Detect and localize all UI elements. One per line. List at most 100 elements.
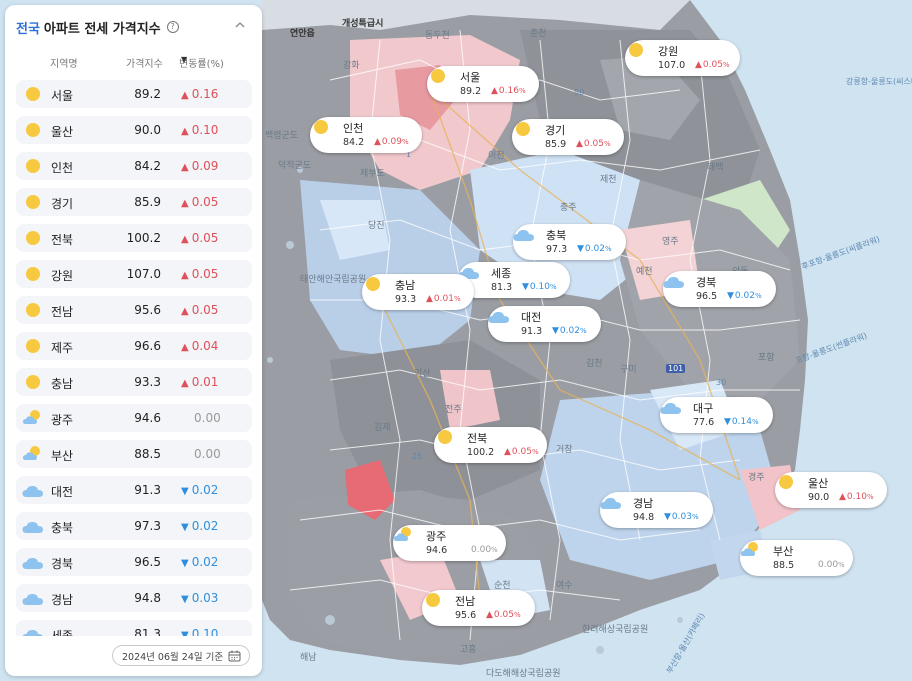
region-row-4[interactable]: 전북 100.2 ▲ 0.05 [16,224,252,252]
region-change-value: 0.16 [191,87,219,101]
region-row-8[interactable]: 충남 93.3 ▲ 0.01 [16,368,252,396]
region-change: ▼ 0.10 [181,627,236,636]
bubble-region-name: 울산 [808,477,829,490]
region-change-value: 0.00 [194,447,221,461]
region-name: 인천 [51,161,74,175]
bubble-region-name: 세종 [491,267,512,280]
region-change: ▼ 0.03 [181,591,236,605]
route-101-badge: 101 [666,364,686,373]
map-bubble-daejeon[interactable]: 대전 91.3 ▼0.02% [488,306,601,342]
region-name: 대전 [51,485,74,499]
region-name: 전남 [51,305,74,319]
region-row-13[interactable]: 경북 96.5 ▼ 0.02 [16,548,252,576]
partly-cloudy-icon [741,542,758,556]
bubble-change-value: 0.02 [734,291,755,301]
map-bubble-daegu[interactable]: 대구 77.6 ▼0.14% [660,397,773,433]
bubble-change: ▼0.02% [577,244,612,254]
map-bubble-incheon[interactable]: 인천 84.2 ▲0.09% [310,117,422,153]
percent-sign: % [579,327,587,335]
region-row-11[interactable]: 대전 91.3 ▼ 0.02 [16,476,252,504]
map-label-taebaek: 태백 [707,163,724,173]
map-label-haenam: 해남 [300,653,317,663]
region-row-5[interactable]: 강원 107.0 ▲ 0.05 [16,260,252,288]
map-bubble-busan[interactable]: 부산 88.5 0.00% [740,540,853,576]
bubble-change: ▼0.02% [727,291,762,301]
bubble-change-value: 0.05 [511,447,532,457]
region-name: 부산 [51,449,74,463]
calendar-icon[interactable] [228,650,241,662]
map-bubble-gyeonggi[interactable]: 경기 85.9 ▲0.05% [512,119,624,155]
region-change: ▼ 0.02 [181,483,236,497]
triangle-up-icon: ▲ [491,86,498,96]
bubble-index-value: 77.6 [693,417,715,428]
region-change-value: 0.05 [191,267,219,281]
partly-cloudy-icon [23,446,40,460]
map-bubble-seoul[interactable]: 서울 89.2 ▲0.16% [427,66,539,102]
triangle-down-icon: ▼ [181,558,189,569]
sort-desc-icon[interactable]: ▼ [181,55,187,64]
region-change-value: 0.02 [191,519,219,533]
map-bubble-jeonnam[interactable]: 전남 95.6 ▲0.05% [422,590,535,626]
region-name: 광주 [51,413,74,427]
map-label-hallyeo: 한려해상국립공원 [582,625,649,635]
map-bubble-chungbuk[interactable]: 충북 97.3 ▼0.02% [513,224,626,260]
map-label-jeonju: 전주 [445,405,462,415]
sun-icon [431,69,445,83]
bubble-index-value: 88.5 [773,560,795,571]
region-row-1[interactable]: 울산 90.0 ▲ 0.10 [16,116,252,144]
region-row-6[interactable]: 전남 95.6 ▲ 0.05 [16,296,252,324]
bubble-change: ▲0.16% [491,86,526,96]
map-bubble-ulsan[interactable]: 울산 90.0 ▲0.10% [775,472,887,508]
help-icon[interactable]: ? [166,21,179,33]
bubble-change-value: 0.09 [381,137,402,147]
map-bubble-jeonbuk[interactable]: 전북 100.2 ▲0.05% [434,427,547,463]
chevron-up-icon[interactable] [234,19,246,31]
region-row-14[interactable]: 경남 94.8 ▼ 0.03 [16,584,252,612]
map-bubble-chungnam[interactable]: 충남 93.3 ▲0.01% [362,274,474,310]
bubble-region-name: 전북 [467,432,488,445]
bubble-change-value: 0.05 [702,60,723,70]
map-bubble-sejong[interactable]: 세종 81.3 ▼0.10% [458,262,570,298]
region-row-0[interactable]: 서울 89.2 ▲ 0.16 [16,80,252,108]
map-bubble-gyeongnam[interactable]: 경남 94.8 ▼0.03% [600,492,713,528]
map-label-ganghwa: 강화 [343,61,360,71]
triangle-up-icon: ▲ [504,447,511,457]
region-name: 경북 [51,557,74,571]
triangle-up-icon: ▲ [181,162,189,173]
cloud-icon [663,276,684,288]
region-list[interactable]: 서울 89.2 ▲ 0.16 울산 90.0 ▲ 0.10 인천 84.2 ▲ 0.09 경기 85.9 ▲… [16,80,252,636]
map-label-goheung: 고흥 [460,645,477,655]
map-bubble-gwangju[interactable]: 광주 94.6 0.00% [393,525,506,561]
region-index-value: 90.0 [134,123,161,137]
region-row-9[interactable]: 광주 94.6 0.00 [16,404,252,432]
date-selector[interactable]: 2024년 06월 24일 기준 [112,645,250,666]
region-row-3[interactable]: 경기 85.9 ▲ 0.05 [16,188,252,216]
bubble-change: ▲0.10% [839,492,874,502]
index-panel: 전국 아파트 전세 가격지수 ? 지역명 가격지수 변동률(%) ▼ 서울 89.2… [5,5,262,676]
region-row-2[interactable]: 인천 84.2 ▲ 0.09 [16,152,252,180]
region-row-10[interactable]: 부산 88.5 0.00 [16,440,252,468]
bubble-change: ▲0.05% [504,447,539,457]
cloud-icon [22,557,43,569]
bubble-region-name: 경북 [696,276,717,289]
sun-icon [26,303,40,317]
bubble-region-name: 서울 [460,71,481,84]
region-row-12[interactable]: 충북 97.3 ▼ 0.02 [16,512,252,540]
map-bubble-gyeongbuk[interactable]: 경북 96.5 ▼0.02% [663,271,776,307]
col-index[interactable]: 가격지수 [126,55,163,70]
percent-sign: % [401,138,409,146]
bubble-change: ▲0.09% [374,137,409,147]
sun-icon [26,195,40,209]
region-name: 제주 [51,341,74,355]
bubble-change: ▲0.05% [695,60,730,70]
triangle-down-icon: ▼ [577,244,584,254]
percent-sign: % [549,283,557,291]
bubble-index-value: 107.0 [658,60,686,71]
map-bubble-gangwon[interactable]: 강원 107.0 ▲0.05% [625,40,740,76]
region-row-7[interactable]: 제주 96.6 ▲ 0.04 [16,332,252,360]
sun-icon [366,277,380,291]
triangle-up-icon: ▲ [181,126,189,137]
region-row-15[interactable]: 세종 81.3 ▼ 0.10 [16,620,252,636]
bubble-change: ▼0.10% [522,282,557,292]
cloud-icon [22,629,43,636]
